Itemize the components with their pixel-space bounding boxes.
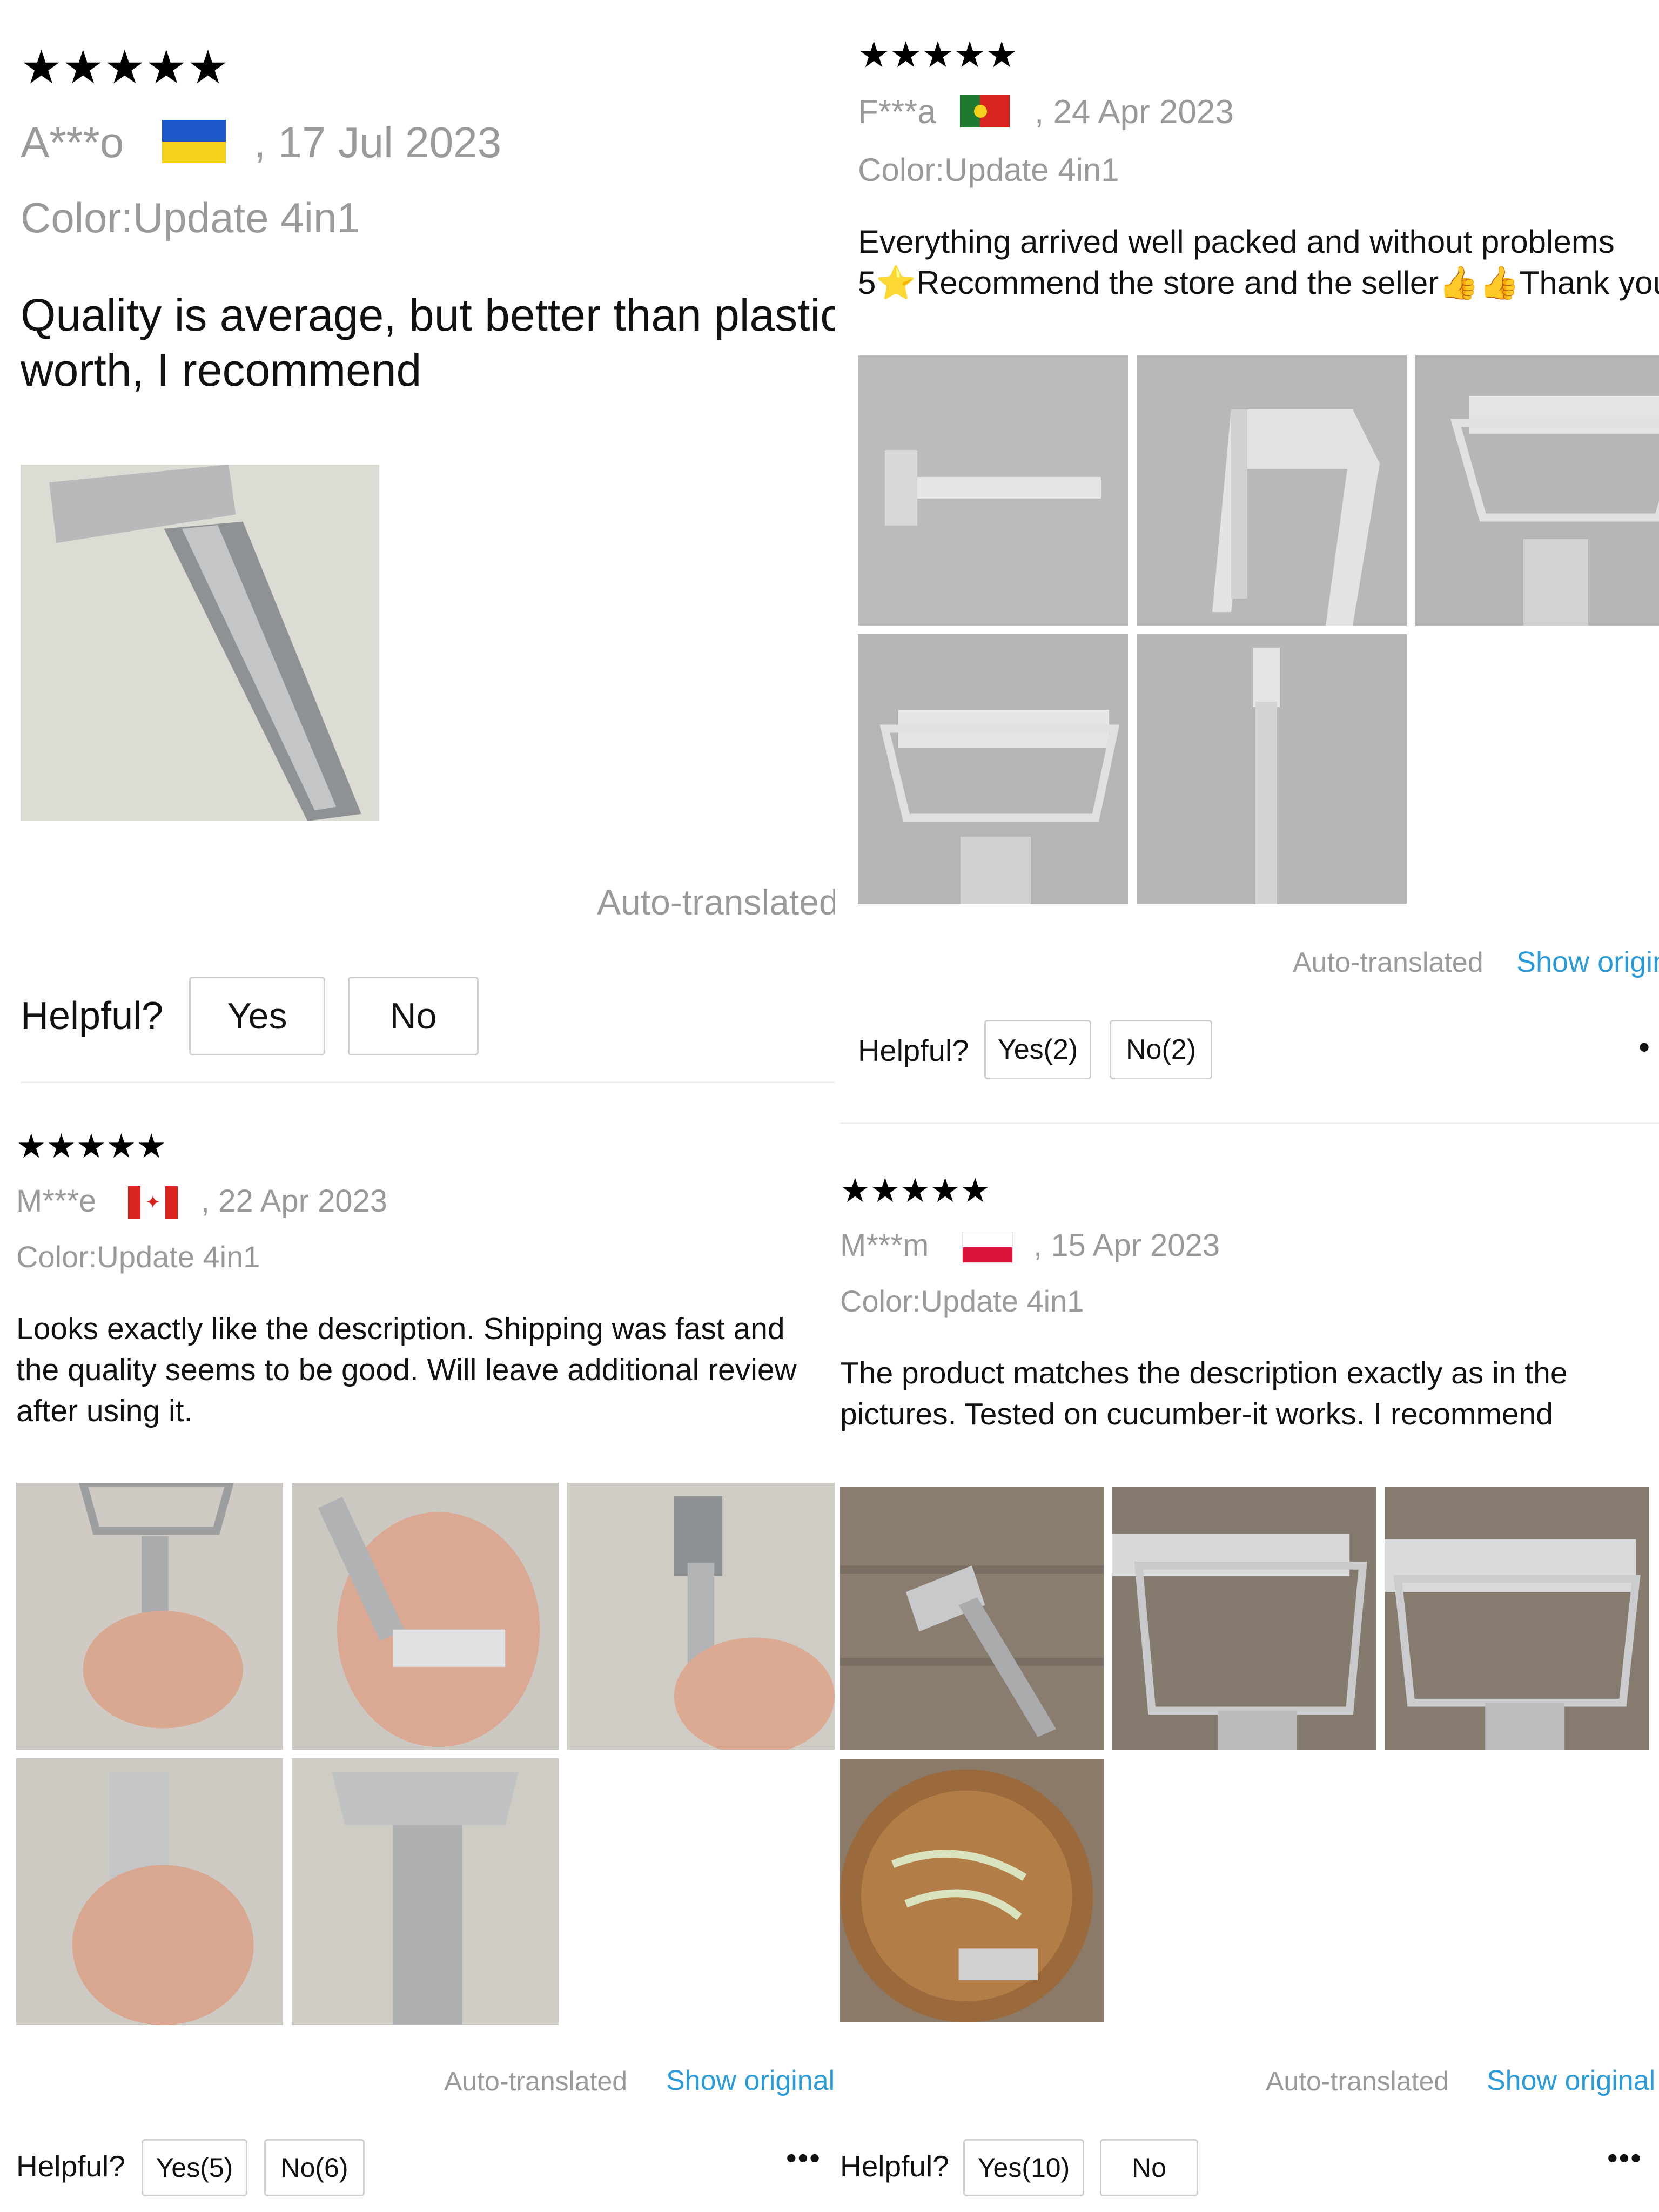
reviewer-name: A***o (21, 118, 124, 166)
review-text-line-1: Quality is average, but better than plas… (21, 290, 835, 340)
no-button-label: No(2) (1125, 1034, 1197, 1065)
star-rating-text: ★★★★★ (858, 35, 1018, 75)
ukraine-flag-icon (162, 120, 226, 163)
yes-button-label: Yes (227, 996, 287, 1037)
peeler-image-icon (567, 1483, 835, 1750)
canada-flag-icon: ✦ (128, 1186, 178, 1219)
helpful-no-button[interactable]: No(2) (1110, 1020, 1212, 1079)
yes-button-label: Yes(5) (156, 2153, 233, 2183)
rating-stars: ★★★★★ (21, 44, 229, 91)
review-date: , 17 Jul 2023 (254, 118, 502, 166)
review-photo-5[interactable] (1137, 634, 1407, 904)
peeler-image-icon (16, 1758, 283, 2025)
more-options-icon[interactable]: ••• (786, 2140, 821, 2175)
review-divider (840, 1122, 1659, 1124)
product-variant: Color:Update 4in1 (858, 152, 1119, 188)
star-rating-text: ★★★★★ (840, 1172, 990, 1209)
rating-stars: ★★★★★ (858, 37, 1018, 72)
auto-translated-label: Auto-translated (444, 2066, 628, 2096)
review-text-line-1: Looks exactly like the description. Ship… (16, 1312, 785, 1346)
review-photo-4[interactable] (840, 1759, 1104, 2022)
product-variant: Color:Update 4in1 (840, 1284, 1084, 1318)
review-text-line-2: 5⭐Recommend the store and the seller👍👍Th… (858, 265, 1659, 301)
helpful-no-button[interactable]: No (1100, 2139, 1198, 2196)
review-card-4: ★★★★★ M***m , 15 Apr 2023 Color:Update 4… (840, 1151, 1659, 2212)
helpful-yes-button[interactable]: Yes(10) (963, 2139, 1084, 2196)
peeler-image-icon (840, 1759, 1104, 2022)
show-original-link[interactable]: Show origin (1516, 945, 1659, 979)
helpful-label: Helpful? (840, 2149, 949, 2183)
review-date: , 24 Apr 2023 (1035, 93, 1234, 131)
peeler-image-icon (858, 355, 1128, 626)
yes-button-label: Yes(2) (997, 1034, 1078, 1065)
auto-translated-label: Auto-translated (1293, 947, 1483, 978)
helpful-yes-button[interactable]: Yes(2) (984, 1020, 1091, 1079)
peeler-image-icon (292, 1758, 559, 2025)
star-rating-text: ★★★★★ (21, 42, 229, 93)
helpful-label: Helpful? (21, 994, 164, 1038)
review-photo-1[interactable] (858, 355, 1128, 626)
show-original-link[interactable]: Show original (666, 2065, 835, 2097)
helpful-yes-button[interactable]: Yes (189, 977, 325, 1055)
review-photo-1[interactable] (16, 1483, 283, 1750)
review-photo-5[interactable] (292, 1758, 559, 2025)
show-original-link[interactable]: Show original (1487, 2065, 1655, 2097)
auto-translated-label: Auto-translated (1266, 2066, 1449, 2096)
helpful-no-button[interactable]: No (348, 977, 479, 1055)
reviewer-name: M***m (840, 1228, 929, 1263)
review-photo-4[interactable] (16, 1758, 283, 2025)
auto-translated-label: Auto-translated (597, 882, 835, 922)
more-options-icon[interactable]: ••• (1607, 2140, 1642, 2175)
peeler-image-icon (292, 1483, 559, 1750)
helpful-no-button[interactable]: No(6) (264, 2139, 365, 2196)
poland-flag-icon (962, 1232, 1013, 1263)
reviewer-name: M***e (16, 1184, 97, 1219)
review-divider (21, 1081, 835, 1083)
yes-button-label: Yes(10) (977, 2153, 1070, 2183)
review-date: , 15 Apr 2023 (1033, 1228, 1220, 1263)
review-text-line-3: after using it. (16, 1394, 193, 1428)
peeler-image-icon (858, 634, 1128, 904)
portugal-flag-icon (960, 95, 1010, 127)
no-button-label: No(6) (280, 2153, 348, 2183)
product-variant: Color:Update 4in1 (21, 194, 360, 241)
helpful-label: Helpful? (858, 1033, 969, 1067)
reviewer-name: F***a (858, 93, 936, 131)
peeler-image-icon (1415, 355, 1659, 626)
review-photo[interactable] (21, 465, 379, 821)
peeler-image-icon (840, 1487, 1104, 1750)
review-text-line-2: worth, I recommend (21, 345, 422, 395)
peeler-image-icon (1112, 1487, 1376, 1750)
rating-stars: ★★★★★ (840, 1174, 990, 1208)
review-card-2: ★★★★★ F***a , 24 Apr 2023 Color:Update 4… (840, 0, 1659, 1124)
star-rating-text: ★★★★★ (16, 1128, 166, 1165)
review-text-line-1: Everything arrived well packed and witho… (858, 224, 1615, 260)
review-text-line-1: The product matches the description exac… (840, 1356, 1568, 1390)
no-button-label: No (1132, 2153, 1166, 2183)
review-photo-1[interactable] (840, 1487, 1104, 1750)
peeler-image-icon (1137, 634, 1407, 904)
review-date: , 22 Apr 2023 (201, 1184, 388, 1219)
helpful-yes-button[interactable]: Yes(5) (142, 2139, 247, 2196)
rating-stars: ★★★★★ (16, 1130, 166, 1164)
review-text-line-2: the quality seems to be good. Will leave… (16, 1353, 797, 1387)
review-photo-4[interactable] (858, 634, 1128, 904)
review-card-1: ★★★★★ A***o , 17 Jul 2023 Color:Update 4… (0, 0, 835, 1086)
review-photo-2[interactable] (1137, 355, 1407, 626)
more-options-icon[interactable]: • (1638, 1028, 1651, 1066)
review-photo-2[interactable] (1112, 1487, 1376, 1750)
product-variant: Color:Update 4in1 (16, 1240, 260, 1274)
peeler-image-icon (1385, 1487, 1649, 1750)
review-text-line-2: pictures. Tested on cucumber-it works. I… (840, 1397, 1553, 1431)
review-photo-3[interactable] (1415, 355, 1659, 626)
review-photo-3[interactable] (1385, 1487, 1649, 1750)
review-photo-3[interactable] (567, 1483, 835, 1750)
review-card-3: ★★★★★ M***e ✦ , 22 Apr 2023 Color:Update… (0, 1107, 835, 2212)
peeler-image-icon (1137, 355, 1407, 626)
no-button-label: No (389, 996, 437, 1037)
peeler-image-icon (21, 465, 379, 821)
review-photo-2[interactable] (292, 1483, 559, 1750)
peeler-image-icon (16, 1483, 283, 1750)
helpful-label: Helpful? (16, 2149, 125, 2183)
